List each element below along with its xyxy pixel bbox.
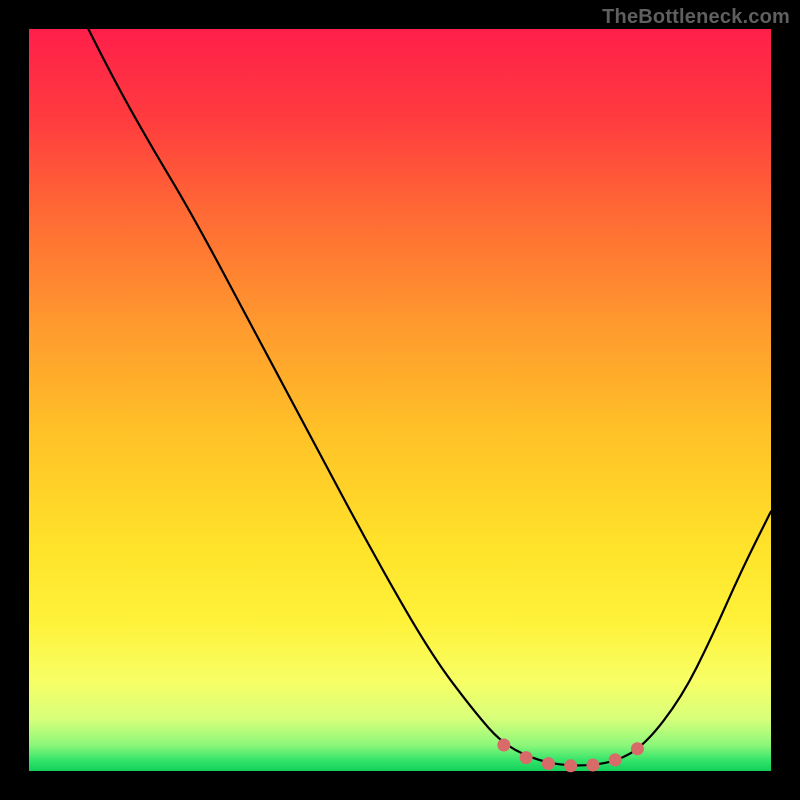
optimal-dot [631, 742, 644, 755]
watermark-text: TheBottleneck.com [602, 6, 790, 29]
optimal-dot [586, 759, 599, 772]
chart-root: { "watermark": "TheBottleneck.com", "cha… [0, 0, 800, 800]
optimal-dot [609, 753, 622, 766]
optimal-dot [497, 739, 510, 752]
optimal-dot [520, 751, 533, 764]
bottleneck-chart-svg [0, 0, 800, 800]
optimal-dot [542, 757, 555, 770]
optimal-dot [564, 759, 577, 772]
plot-background [29, 29, 771, 771]
